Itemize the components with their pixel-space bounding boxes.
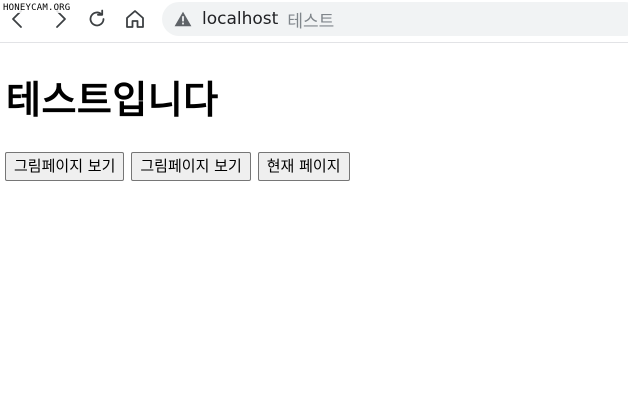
home-icon (126, 10, 144, 28)
picture-page-button-1[interactable]: 그림페이지 보기 (5, 152, 125, 181)
address-bar[interactable]: localhost 테스트 (162, 2, 628, 36)
current-page-button[interactable]: 현재 페이지 (257, 152, 350, 181)
home-button[interactable] (123, 7, 147, 31)
browser-toolbar: localhost 테스트 HONEYCAM.ORG (0, 0, 628, 43)
url-host: localhost (202, 9, 279, 29)
page-heading: 테스트입니다 (6, 78, 219, 122)
reload-button[interactable] (85, 7, 109, 31)
warning-triangle-icon[interactable] (174, 10, 192, 28)
reload-icon (89, 9, 105, 27)
page-content: 테스트입니다 그림페이지 보기 그림페이지 보기 현재 페이지 (0, 72, 628, 181)
picture-page-button-2[interactable]: 그림페이지 보기 (131, 152, 251, 181)
button-row: 그림페이지 보기 그림페이지 보기 현재 페이지 (5, 152, 620, 181)
watermark: HONEYCAM.ORG (3, 3, 71, 13)
page-title-in-omnibox: 테스트 (287, 11, 335, 32)
